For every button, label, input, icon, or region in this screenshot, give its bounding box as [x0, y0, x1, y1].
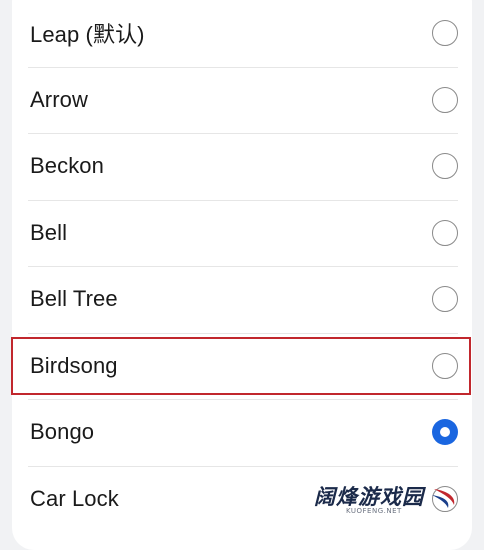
radio-button[interactable] — [432, 87, 458, 113]
ringtone-item-leap[interactable]: Leap (默认) — [12, 0, 472, 67]
ringtone-label: Birdsong — [30, 353, 118, 379]
radio-button-selected[interactable] — [432, 419, 458, 445]
radio-button[interactable] — [432, 153, 458, 179]
ringtone-label: Bongo — [30, 419, 94, 445]
ringtone-label: Car Lock — [30, 486, 119, 512]
radio-button[interactable] — [432, 286, 458, 312]
ringtone-item-bell[interactable]: Bell — [12, 200, 472, 267]
radio-button[interactable] — [432, 220, 458, 246]
watermark-logo: 阔烽游戏园 KUOFENG.NET — [306, 481, 456, 519]
ringtone-label: Beckon — [30, 153, 104, 179]
ringtone-item-beckon[interactable]: Beckon — [12, 133, 472, 200]
ringtone-list: Leap (默认) Arrow Beckon Bell Bell Tree Bi… — [12, 0, 472, 532]
ringtone-item-bongo[interactable]: Bongo — [12, 399, 472, 466]
ringtone-label: Arrow — [30, 87, 88, 113]
watermark-subtitle: KUOFENG.NET — [346, 507, 402, 515]
radio-button[interactable] — [432, 20, 458, 46]
ringtone-label: Bell — [30, 220, 67, 246]
ringtone-item-arrow[interactable]: Arrow — [12, 67, 472, 134]
swoosh-icon — [430, 485, 458, 511]
ringtone-label: Leap (默认) — [30, 17, 145, 49]
ringtone-item-birdsong[interactable]: Birdsong — [12, 333, 472, 400]
radio-button[interactable] — [432, 353, 458, 379]
ringtone-label: Bell Tree — [30, 286, 118, 312]
ringtone-item-bell-tree[interactable]: Bell Tree — [12, 266, 472, 333]
